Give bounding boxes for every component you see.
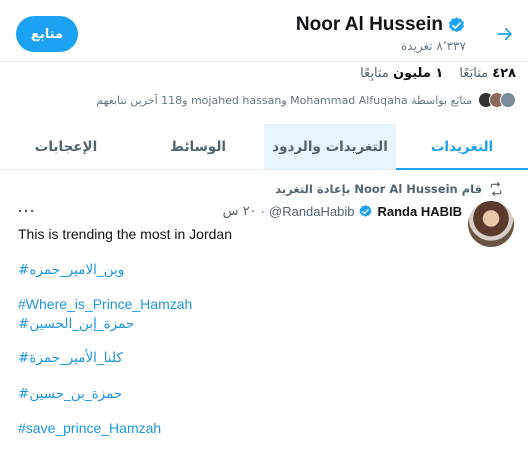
hashtag-link[interactable]: #حمزة_إبن_الحسين: [18, 316, 134, 332]
tweet-time[interactable]: ٢٠ س: [223, 204, 257, 219]
verified-badge-icon: [359, 204, 372, 217]
hashtag-link[interactable]: #وين_الامير_حمزه: [18, 262, 124, 278]
followers-count: ١ مليون: [392, 66, 444, 81]
avatar: [500, 92, 516, 108]
hashtag-link[interactable]: #كلنا_الأمير_حمزة: [18, 350, 123, 366]
retweet-icon: [490, 182, 502, 196]
tweet-text: This is trending the most in Jordan: [18, 226, 232, 242]
author-avatar[interactable]: [468, 201, 514, 247]
tab-likes[interactable]: الإعجابات: [0, 124, 132, 169]
tab-media[interactable]: الوسائط: [132, 124, 264, 169]
following-stat[interactable]: ٤٢٨ متابَعًا: [459, 66, 516, 81]
tweet-count: ٨٬٣٣٧ تغريدة: [400, 39, 466, 53]
hashtag-link[interactable]: #save_prince_Hamzah: [18, 420, 161, 436]
separator-dot: ·: [260, 204, 265, 219]
author-handle[interactable]: @RandaHabib: [269, 204, 354, 219]
hashtag-link[interactable]: #Where_is_Prince_Hamzah: [18, 296, 192, 312]
author-name[interactable]: Randa HABIB: [377, 204, 462, 219]
tweet-header: Randa HABIB @RandaHabib · ٢٠ س: [223, 204, 462, 219]
retweet-text: قام Noor Al Hussein بإعادة التغريد: [275, 182, 482, 196]
verified-badge-icon: [448, 16, 465, 32]
follower-avatars: [478, 92, 516, 108]
profile-name: Noor Al Hussein: [295, 14, 443, 35]
followers-stat[interactable]: ١ مليون متابِعًا: [360, 66, 443, 81]
profile-header: Noor Al Hussein ٨٬٣٣٧ تغريدة متابع: [0, 0, 528, 62]
tab-tweets-replies[interactable]: التغريدات والردود: [264, 124, 396, 169]
more-options-icon[interactable]: ···: [18, 203, 36, 220]
followers-you-know[interactable]: متابَع بواسطة Mohammad Alfuqaha وmojahed…: [96, 92, 516, 108]
profile-stats: ٤٢٨ متابَعًا ١ مليون متابِعًا: [360, 66, 516, 81]
follow-button[interactable]: متابع: [16, 16, 78, 52]
profile-title-block: Noor Al Hussein ٨٬٣٣٧ تغريدة: [296, 14, 466, 53]
profile-tabs: التغريدات التغريدات والردود الوسائط الإع…: [0, 124, 528, 170]
followers-label: متابِعًا: [360, 66, 389, 81]
tab-tweets[interactable]: التغريدات: [396, 124, 528, 170]
back-arrow-icon[interactable]: [496, 25, 514, 43]
following-count: ٤٢٨: [492, 66, 516, 81]
hashtag-link[interactable]: #حمزة_بن_حسين: [18, 386, 122, 402]
following-label: متابَعًا: [459, 66, 489, 81]
retweet-context[interactable]: قام Noor Al Hussein بإعادة التغريد: [275, 181, 504, 197]
followers-you-know-text: متابَع بواسطة Mohammad Alfuqaha وmojahed…: [96, 93, 472, 107]
